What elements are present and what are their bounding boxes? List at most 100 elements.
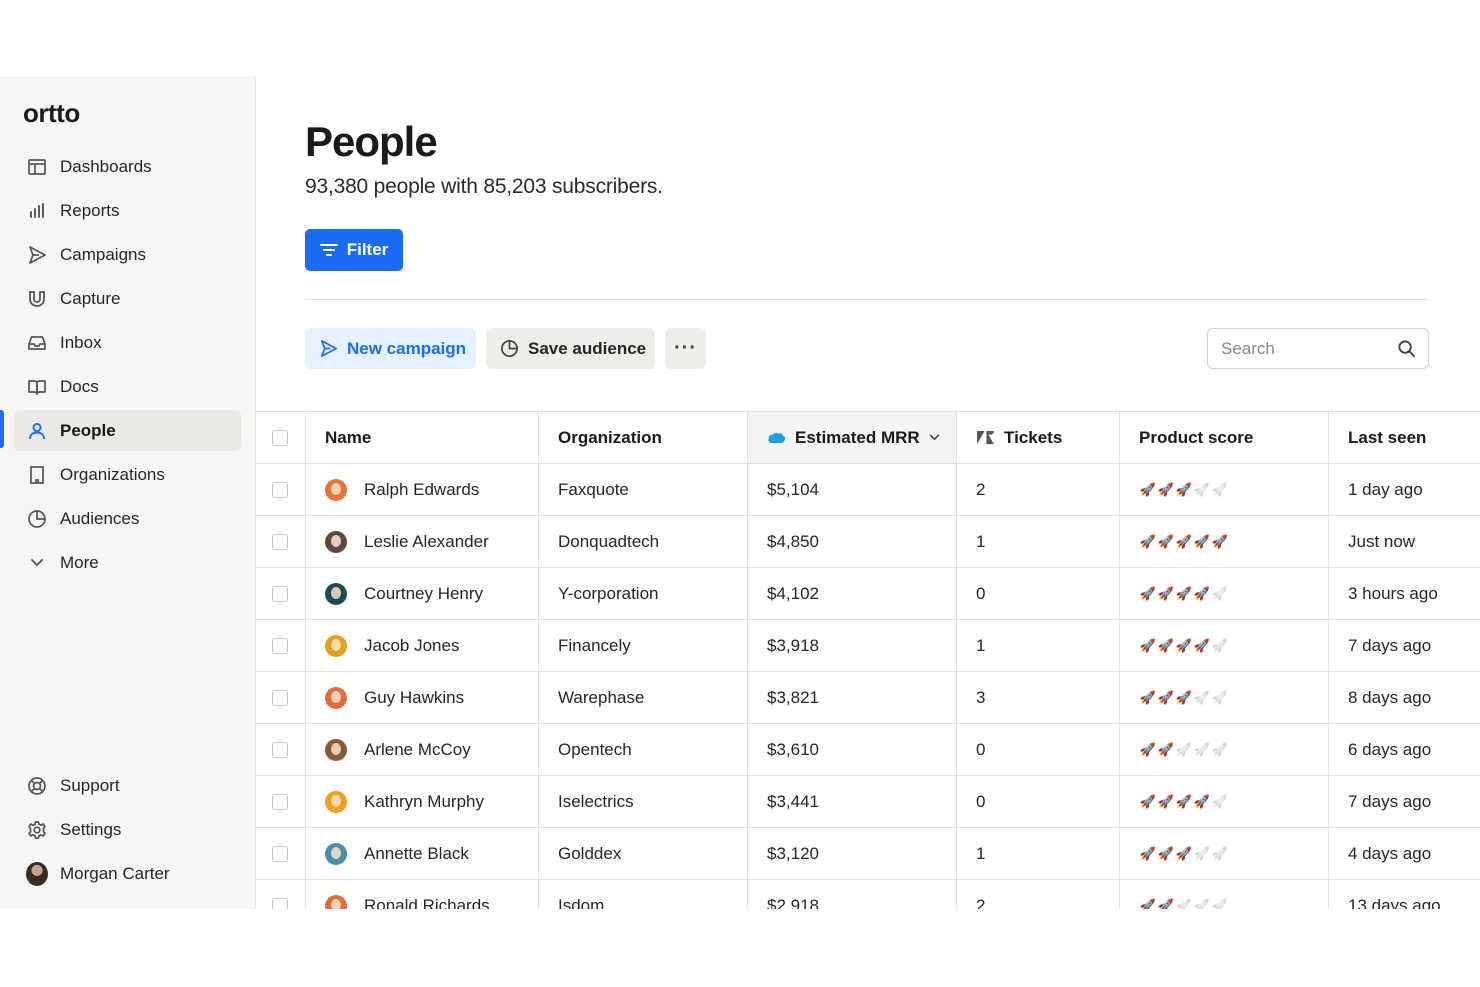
mrr-cell: $3,120	[748, 828, 957, 879]
column-header-last-seen[interactable]: Last seen	[1329, 412, 1480, 463]
last-seen-cell: 13 days ago	[1348, 895, 1441, 910]
rocket-icon: 🚀	[1211, 637, 1229, 653]
name-cell[interactable]: Leslie Alexander	[306, 516, 539, 567]
name-cell[interactable]: Ronald Richards	[306, 880, 539, 909]
filter-button[interactable]: Filter	[305, 229, 403, 271]
organization-cell: Donquadtech	[539, 516, 748, 567]
new-campaign-label: New campaign	[347, 338, 467, 358]
name-cell[interactable]: Jacob Jones	[306, 620, 539, 671]
column-header-estimated-mrr[interactable]: Estimated MRR	[748, 412, 957, 463]
rocket-icon: 🚀	[1157, 533, 1175, 549]
sidebar-item-docs[interactable]: Docs	[14, 366, 241, 407]
product-score-cell: 🚀 🚀 🚀 🚀 🚀	[1120, 880, 1329, 909]
column-header-organization[interactable]: Organization	[539, 412, 748, 463]
rocket-icon: 🚀	[1139, 897, 1157, 910]
rocket-icon: 🚀	[1157, 481, 1175, 497]
row-checkbox[interactable]	[272, 689, 288, 706]
last-seen-cell: 6 days ago	[1348, 739, 1432, 759]
row-checkbox[interactable]	[272, 637, 288, 654]
mrr-cell: $3,610	[748, 724, 957, 775]
row-checkbox[interactable]	[272, 481, 288, 498]
ortto-logo[interactable]: ortto	[23, 98, 80, 129]
table-row[interactable]: Jacob Jones Financely $3,918 1 🚀 🚀 🚀 🚀 🚀 7 days a…	[256, 620, 1480, 672]
sidebar-item-inbox[interactable]: Inbox	[14, 322, 241, 363]
rocket-icon: 🚀	[1139, 689, 1157, 705]
sidebar-item-dashboards[interactable]: Dashboards	[14, 146, 241, 187]
name-cell[interactable]: Arlene McCoy	[306, 724, 539, 775]
table-row[interactable]: Kathryn Murphy Iselectrics $3,441 0 🚀 🚀 🚀 🚀 🚀 7 d…	[256, 776, 1480, 828]
table-row[interactable]: Annette Black Golddex $3,120 1 🚀 🚀 🚀 🚀 🚀 4 days a…	[256, 828, 1480, 880]
rocket-icon: 🚀	[1175, 897, 1193, 910]
rocket-icon: 🚀	[1211, 533, 1229, 549]
rocket-icon: 🚀	[1139, 741, 1157, 757]
organization-cell: Isdom	[539, 880, 748, 909]
sidebar-item-label: Support	[60, 775, 120, 795]
column-header-product-score[interactable]: Product score	[1120, 412, 1329, 463]
row-checkbox[interactable]	[272, 533, 288, 550]
table-row[interactable]: Ralph Edwards Faxquote $5,104 2 🚀 🚀 🚀 🚀 🚀 1 day a…	[256, 464, 1480, 516]
person-name: Kathryn Murphy	[364, 791, 484, 811]
organization-cell: Y-corporation	[539, 568, 748, 619]
name-cell[interactable]: Annette Black	[306, 828, 539, 879]
sidebar-item-support[interactable]: Support	[14, 765, 241, 806]
sidebar-item-settings[interactable]: Settings	[14, 809, 241, 850]
sidebar-item-capture[interactable]: Capture	[14, 278, 241, 319]
table-row[interactable]: Courtney Henry Y-corporation $4,102 0 🚀 🚀 🚀 🚀 🚀 3…	[256, 568, 1480, 620]
rocket-icon: 🚀	[1157, 793, 1175, 809]
dashboard-icon	[26, 156, 48, 178]
lifebuoy-icon	[26, 775, 48, 797]
name-cell[interactable]: Guy Hawkins	[306, 672, 539, 723]
last-seen-cell: 3 hours ago	[1348, 583, 1438, 603]
person-name: Ralph Edwards	[364, 479, 480, 499]
column-header-tickets[interactable]: Tickets	[957, 412, 1120, 463]
sidebar-item-people[interactable]: People	[14, 410, 241, 451]
table-row[interactable]: Arlene McCoy Opentech $3,610 0 🚀 🚀 🚀 🚀 🚀 6 days a…	[256, 724, 1480, 776]
rocket-icon: 🚀	[1193, 533, 1211, 549]
save-audience-button[interactable]: Save audience	[486, 328, 655, 369]
sidebar-item-organizations[interactable]: Organizations	[14, 454, 241, 495]
person-name: Arlene McCoy	[364, 739, 471, 759]
page-subtitle: 93,380 people with 85,203 subscribers.	[305, 175, 663, 198]
row-checkbox[interactable]	[272, 741, 288, 758]
sidebar-item-morgan-carter[interactable]: Morgan Carter	[14, 853, 241, 894]
row-checkbox[interactable]	[272, 845, 288, 862]
mrr-cell: $2,918	[748, 880, 957, 909]
row-checkbox[interactable]	[272, 793, 288, 810]
row-checkbox-cell	[256, 620, 306, 671]
select-all-checkbox[interactable]	[272, 429, 288, 446]
sidebar-item-campaigns[interactable]: Campaigns	[14, 234, 241, 275]
search-input[interactable]	[1221, 338, 1381, 359]
row-checkbox[interactable]	[272, 585, 288, 602]
avatar	[325, 894, 347, 909]
last-seen-cell: Just now	[1348, 531, 1416, 551]
table-row[interactable]: Leslie Alexander Donquadtech $4,850 1 🚀 🚀 🚀 🚀 🚀 J…	[256, 516, 1480, 568]
sidebar-item-reports[interactable]: Reports	[14, 190, 241, 231]
main-content: People 93,380 people with 85,203 subscri…	[256, 76, 1480, 909]
search-icon[interactable]	[1397, 339, 1416, 358]
name-cell[interactable]: Ralph Edwards	[306, 464, 539, 515]
product-score-cell: 🚀 🚀 🚀 🚀 🚀	[1120, 464, 1329, 515]
search-box[interactable]	[1207, 328, 1429, 369]
rocket-icon: 🚀	[1211, 793, 1229, 809]
organization-cell: Faxquote	[539, 464, 748, 515]
organization-cell: Financely	[539, 620, 748, 671]
sidebar-item-more[interactable]: More	[14, 542, 241, 583]
table-row[interactable]: Guy Hawkins Warephase $3,821 3 🚀 🚀 🚀 🚀 🚀 8 days a…	[256, 672, 1480, 724]
send-icon	[26, 244, 48, 266]
mrr-cell: $3,441	[748, 776, 957, 827]
new-campaign-button[interactable]: New campaign	[305, 328, 476, 369]
rocket-icon: 🚀	[1211, 689, 1229, 705]
name-cell[interactable]: Kathryn Murphy	[306, 776, 539, 827]
row-checkbox[interactable]	[272, 897, 288, 909]
more-options-button[interactable]: ···	[665, 328, 706, 369]
name-cell[interactable]: Courtney Henry	[306, 568, 539, 619]
sidebar-item-audiences[interactable]: Audiences	[14, 498, 241, 539]
mrr-cell: $3,821	[748, 672, 957, 723]
avatar	[325, 738, 347, 761]
table-row[interactable]: Ronald Richards Isdom $2,918 2 🚀 🚀 🚀 🚀 🚀 13 days …	[256, 880, 1480, 909]
row-checkbox-cell	[256, 568, 306, 619]
bar-chart-icon	[26, 200, 48, 222]
product-score-cell: 🚀 🚀 🚀 🚀 🚀	[1120, 672, 1329, 723]
column-header-name[interactable]: Name	[306, 412, 539, 463]
person-name: Ronald Richards	[364, 895, 490, 910]
